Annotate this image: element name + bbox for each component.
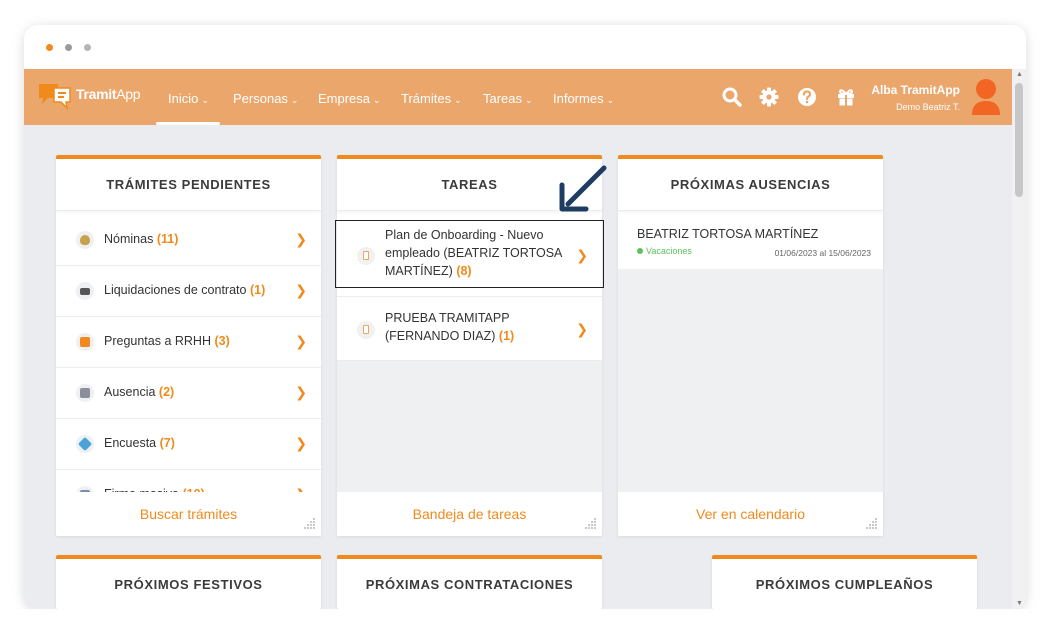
chevron-down-icon: ⌄	[201, 95, 209, 105]
chevron-right-icon: ❯	[295, 384, 307, 400]
pointer-arrow-icon	[559, 165, 607, 212]
printer-icon	[76, 282, 94, 300]
nav-item-tareas[interactable]: Tareas ⌄	[483, 91, 533, 106]
logo-icon	[39, 84, 71, 111]
chevron-right-icon: ❯	[295, 231, 307, 247]
card-title: PRÓXIMAS CONTRATACIONES	[337, 559, 602, 609]
search-icon[interactable]	[721, 86, 743, 108]
bottom-margin	[0, 609, 1061, 633]
money-bag-icon	[76, 231, 94, 249]
absence-item[interactable]: BEATRIZ TORTOSA MARTÍNEZ Vacaciones 01/0…	[618, 215, 883, 269]
card-title: PRÓXIMOS FESTIVOS	[56, 559, 321, 609]
chevron-down-icon: ⌄	[606, 95, 615, 105]
card-title: PRÓXIMOS CUMPLEAÑOS	[712, 559, 977, 609]
chevron-down-icon: ⌄	[373, 95, 381, 105]
user-name[interactable]: Alba TramitApp	[871, 83, 960, 97]
item-label: Encuesta	[104, 436, 157, 450]
ver-en-calendario-link[interactable]: Ver en calendario	[618, 492, 883, 536]
item-label: Ausencia	[104, 385, 156, 399]
item-label: Liquidaciones de contrato	[104, 283, 247, 297]
task-count: (1)	[498, 329, 515, 343]
list-item-nominas[interactable]: Nóminas (11) ❯	[56, 215, 321, 266]
card-proximos-cumpleanos: PRÓXIMOS CUMPLEAÑOS	[712, 555, 977, 609]
item-count: (3)	[214, 334, 230, 348]
task-icon	[357, 321, 375, 339]
scroll-up-icon[interactable]: ▲	[1016, 71, 1023, 78]
item-count: (2)	[158, 385, 175, 399]
chevron-right-icon: ❯	[295, 435, 307, 451]
list-item-liquidaciones[interactable]: Liquidaciones de contrato (1) ❯	[56, 266, 321, 317]
chevron-down-icon: ⌄	[525, 95, 533, 105]
absence-list-bg	[618, 269, 883, 492]
gift-icon[interactable]	[835, 86, 857, 108]
nav-item-personas[interactable]: Personas ⌄	[233, 91, 298, 106]
window-maximize-dot[interactable]	[84, 44, 91, 51]
resize-handle-icon[interactable]	[864, 517, 878, 531]
calendar-icon	[76, 384, 94, 402]
absence-dates: 01/06/2023 al 15/06/2023	[774, 248, 871, 258]
window-titlebar	[24, 25, 1026, 69]
task-label: PRUEBA TRAMITAPP (FERNANDO DIAZ)	[385, 311, 510, 343]
logo-text-suffix: App	[116, 86, 141, 102]
card-proximas-ausencias: PRÓXIMAS AUSENCIAS BEATRIZ TORTOSA MARTÍ…	[618, 155, 883, 536]
task-item-prueba[interactable]: PRUEBA TRAMITAPP (FERNANDO DIAZ) (1) ❯	[337, 297, 602, 361]
scrollbar-thumb[interactable]	[1015, 83, 1023, 197]
absence-name: BEATRIZ TORTOSA MARTÍNEZ	[637, 227, 819, 241]
card-proximos-festivos: PRÓXIMOS FESTIVOS	[56, 555, 321, 609]
ballot-icon	[76, 435, 94, 453]
scroll-down-icon[interactable]: ▼	[1016, 600, 1023, 607]
question-box-icon	[76, 333, 94, 351]
item-count: (1)	[249, 283, 266, 297]
logo-text-main: Tramit	[76, 86, 117, 102]
highlight-box	[335, 220, 604, 288]
item-count: (7)	[159, 436, 175, 450]
avatar[interactable]	[968, 75, 1004, 117]
chevron-right-icon: ❯	[295, 282, 307, 298]
bandeja-de-tareas-link[interactable]: Bandeja de tareas	[337, 492, 602, 536]
chevron-right-icon: ❯	[295, 333, 307, 349]
top-navbar: TramitApp Inicio ⌄ Personas ⌄ Empresa ⌄ Trá…	[24, 69, 1012, 125]
chevron-down-icon: ⌄	[454, 95, 462, 105]
user-company: Demo Beatriz T.	[896, 102, 960, 112]
item-count: (11)	[156, 232, 179, 246]
list-item-preguntas[interactable]: Preguntas a RRHH (3) ❯	[56, 317, 321, 368]
card-proximas-contrataciones: PRÓXIMAS CONTRATACIONES	[337, 555, 602, 609]
card-title: PRÓXIMAS AUSENCIAS	[618, 159, 883, 211]
list-item-ausencia[interactable]: Ausencia (2) ❯	[56, 368, 321, 419]
resize-handle-icon[interactable]	[302, 517, 316, 531]
app-logo[interactable]: TramitApp	[36, 78, 146, 112]
gear-icon[interactable]	[758, 86, 780, 108]
status-dot-icon	[637, 248, 643, 254]
item-label: Nóminas	[104, 232, 154, 246]
card-title: TRÁMITES PENDIENTES	[56, 159, 321, 211]
item-label: Preguntas a RRHH	[104, 334, 211, 348]
vertical-scrollbar[interactable]: ▲ ▼	[1012, 69, 1026, 609]
chevron-right-icon: ❯	[576, 321, 588, 337]
nav-item-empresa[interactable]: Empresa ⌄	[318, 91, 381, 106]
nav-item-informes[interactable]: Informes ⌄	[553, 91, 614, 106]
nav-item-tramites[interactable]: Trámites ⌄	[401, 91, 462, 106]
nav-item-inicio[interactable]: Inicio ⌄	[168, 91, 209, 106]
chevron-down-icon: ⌄	[290, 95, 299, 105]
buscar-tramites-link[interactable]: Buscar trámites	[56, 492, 321, 536]
absence-type: Vacaciones	[637, 246, 692, 256]
card-tramites-pendientes: TRÁMITES PENDIENTES Nóminas (11) ❯ Liqui…	[56, 155, 321, 536]
list-item-encuesta[interactable]: Encuesta (7) ❯	[56, 419, 321, 470]
resize-handle-icon[interactable]	[583, 517, 597, 531]
window-close-dot[interactable]	[46, 44, 53, 51]
window-minimize-dot[interactable]	[65, 44, 72, 51]
help-icon[interactable]	[796, 86, 818, 108]
